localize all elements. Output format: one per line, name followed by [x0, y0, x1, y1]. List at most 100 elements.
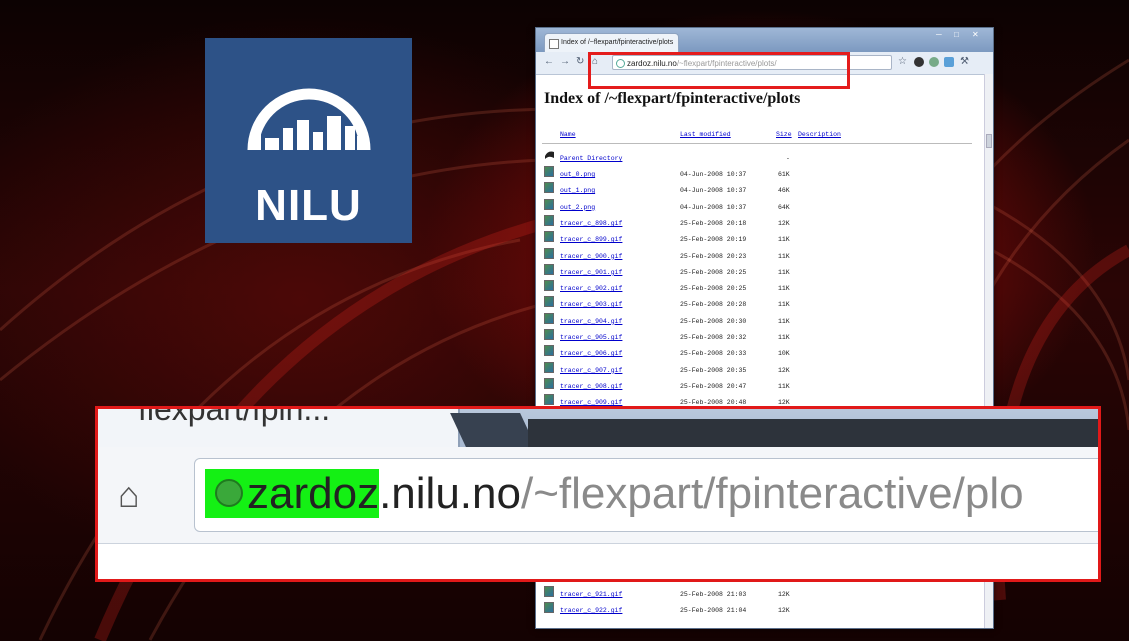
star-icon[interactable]: ☆ — [898, 56, 907, 68]
zoom-address-bar[interactable]: zardoz.nilu.no/~flexpart/fpinteractive/p… — [194, 458, 1098, 532]
file-size: 11K — [778, 317, 790, 325]
divider — [542, 143, 972, 144]
image-file-icon — [544, 198, 554, 210]
image-file-icon — [544, 296, 554, 308]
image-file-icon — [544, 247, 554, 259]
image-file-icon — [544, 345, 554, 357]
file-row: tracer_c_900.gif 25-Feb-2008 20:23 11K — [542, 247, 972, 264]
image-file-icon — [544, 361, 554, 373]
file-row: tracer_c_907.gif 25-Feb-2008 20:35 12K — [542, 361, 972, 378]
file-date: 04-Jun-2008 10:37 — [680, 187, 747, 195]
file-size: 11K — [778, 301, 790, 309]
file-date: 25-Feb-2008 20:19 — [680, 236, 747, 244]
image-file-icon — [544, 214, 554, 226]
image-file-icon — [544, 602, 554, 613]
file-link[interactable]: tracer_c_904.gif — [560, 318, 622, 325]
file-link[interactable]: tracer_c_902.gif — [560, 285, 622, 292]
file-size: 61K — [778, 171, 790, 178]
file-date: 25-Feb-2008 21:03 — [680, 591, 747, 598]
url-host-rest: .nilu.no — [379, 469, 521, 518]
file-size: 12K — [778, 219, 790, 227]
page-title: Index of /~flexpart/fpinteractive/plots — [544, 90, 801, 107]
wrench-icon[interactable]: ⚒ — [960, 56, 969, 68]
reload-icon[interactable]: ↻ — [576, 56, 584, 68]
zoom-tab-label: flexpart/fpin... — [138, 406, 331, 427]
image-file-icon — [544, 586, 554, 597]
file-date: 25-Feb-2008 20:35 — [680, 366, 747, 374]
nilu-logo: NILU — [205, 38, 412, 243]
file-date: 25-Feb-2008 20:25 — [680, 268, 747, 276]
file-size: 46K — [778, 187, 790, 195]
extension-icon[interactable] — [929, 57, 939, 67]
extension-icon[interactable] — [944, 57, 954, 67]
file-row: out_0.png 04-Jun-2008 10:37 61K — [542, 166, 972, 182]
zoomed-address-bar: flexpart/fpin... ⌂ zardoz.nilu.no/~flexp… — [95, 406, 1101, 582]
file-link[interactable]: tracer_c_921.gif — [560, 591, 622, 598]
file-date: 25-Feb-2008 20:30 — [680, 317, 747, 325]
file-row: tracer_c_902.gif 25-Feb-2008 20:25 11K — [542, 280, 972, 296]
close-icon[interactable]: ✕ — [972, 30, 979, 39]
file-row: tracer_c_921.gif 25-Feb-2008 21:03 12K — [542, 586, 972, 602]
extension-icon[interactable] — [914, 57, 924, 67]
url-path: /~flexpart/fpinteractive/plo — [520, 469, 1024, 518]
browser-titlebar: Index of /~flexpart/fpinteractive/plots … — [536, 28, 993, 52]
file-row: tracer_c_908.gif 25-Feb-2008 20:47 11K — [542, 377, 972, 394]
file-date: 25-Feb-2008 20:25 — [680, 285, 747, 293]
city-arc-icon — [247, 88, 371, 151]
file-date: 25-Feb-2008 21:04 — [680, 607, 747, 614]
column-modified-header[interactable]: Last modified — [680, 131, 731, 138]
file-row: out_1.png 04-Jun-2008 10:37 46K — [542, 182, 972, 198]
file-row: tracer_c_906.gif 25-Feb-2008 20:33 10K — [542, 345, 972, 361]
file-size: 11K — [778, 382, 790, 390]
minimize-icon[interactable]: ─ — [936, 30, 942, 39]
file-date: 25-Feb-2008 20:33 — [680, 350, 747, 358]
file-link[interactable]: tracer_c_903.gif — [560, 301, 622, 308]
back-arrow-icon — [544, 150, 554, 161]
parent-directory-link[interactable]: Parent Directory — [560, 155, 622, 162]
page-icon — [549, 39, 559, 49]
file-link[interactable]: tracer_c_922.gif — [560, 607, 622, 614]
file-row: tracer_c_904.gif 25-Feb-2008 20:30 11K — [542, 312, 972, 329]
maximize-icon[interactable]: □ — [954, 30, 959, 39]
scrollbar-thumb[interactable] — [986, 134, 992, 148]
file-link[interactable]: tracer_c_906.gif — [560, 350, 622, 357]
home-icon[interactable]: ⌂ — [118, 477, 140, 513]
zoom-url: zardoz.nilu.no/~flexpart/fpinteractive/p… — [205, 469, 1024, 519]
file-link[interactable]: out_0.png — [560, 171, 595, 178]
file-link[interactable]: out_2.png — [560, 204, 595, 211]
image-file-icon — [544, 263, 554, 275]
image-file-icon — [544, 280, 554, 292]
column-description-header[interactable]: Description — [798, 131, 841, 138]
file-date: 04-Jun-2008 10:37 — [680, 171, 747, 178]
file-link[interactable]: tracer_c_907.gif — [560, 367, 622, 374]
zoom-tabstrip: flexpart/fpin... — [98, 409, 1098, 447]
file-size: 11K — [778, 236, 790, 244]
file-link[interactable]: tracer_c_905.gif — [560, 334, 622, 341]
new-tab-button[interactable] — [450, 413, 536, 447]
file-link[interactable]: tracer_c_900.gif — [560, 253, 622, 260]
file-link[interactable]: tracer_c_898.gif — [560, 220, 622, 227]
globe-icon — [215, 479, 243, 507]
tabstrip-background — [528, 419, 1098, 447]
file-size: 11K — [778, 268, 790, 276]
back-icon[interactable]: ← — [544, 56, 554, 68]
column-size-header[interactable]: Size — [776, 131, 792, 138]
file-size: 11K — [778, 334, 790, 341]
file-size: 64K — [778, 203, 790, 211]
file-link[interactable]: out_1.png — [560, 187, 595, 194]
file-size: - — [786, 155, 790, 162]
column-name-header[interactable]: Name — [560, 131, 576, 138]
file-row: tracer_c_899.gif 25-Feb-2008 20:19 11K — [542, 231, 972, 247]
forward-icon[interactable]: → — [560, 56, 570, 68]
file-link[interactable]: tracer_c_899.gif — [560, 236, 622, 243]
address-bar-highlight — [588, 52, 850, 89]
file-row: tracer_c_898.gif 25-Feb-2008 20:18 12K — [542, 214, 972, 231]
zoom-toolbar: ⌂ zardoz.nilu.no/~flexpart/fpinteractive… — [98, 447, 1098, 544]
zoom-tab[interactable]: flexpart/fpin... — [98, 406, 460, 447]
browser-tab[interactable]: Index of /~flexpart/fpinteractive/plots — [544, 33, 679, 52]
file-link[interactable]: tracer_c_908.gif — [560, 383, 622, 390]
image-file-icon — [544, 231, 554, 243]
file-row: tracer_c_903.gif 25-Feb-2008 20:28 11K — [542, 296, 972, 312]
image-file-icon — [544, 312, 554, 324]
file-link[interactable]: tracer_c_901.gif — [560, 269, 622, 276]
